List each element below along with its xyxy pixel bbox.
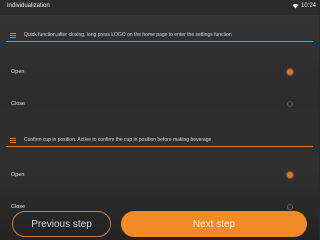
radio-selected[interactable] (287, 69, 293, 75)
section-header-quick-function: Quick function,after closing, long press… (0, 30, 319, 42)
section-description: Confirm cup in position. Active to confi… (24, 137, 212, 143)
screen: Individualization 10:24 Quick function,a… (0, 0, 319, 240)
option-close-quick-function[interactable]: Close (0, 98, 319, 112)
option-label: Close (11, 101, 26, 107)
radio-unselected[interactable] (287, 204, 293, 210)
option-open-cup-confirm[interactable]: Open (0, 169, 319, 183)
radio-unselected[interactable] (287, 101, 293, 107)
option-label: Close (11, 204, 26, 210)
next-step-button[interactable]: Next step (121, 211, 307, 237)
section-divider (6, 41, 313, 42)
section-header-cup-confirm: Confirm cup in position. Active to confi… (0, 135, 319, 147)
status-bar: Individualization 10:24 (0, 0, 319, 15)
menu-icon (10, 138, 16, 143)
option-label: Open (11, 172, 25, 178)
previous-step-button[interactable]: Previous step (12, 211, 111, 237)
menu-icon (10, 33, 16, 38)
page-title: Individualization (7, 3, 50, 9)
option-open-quick-function[interactable]: Open (0, 66, 319, 80)
section-description: Quick function,after closing, long press… (24, 32, 232, 38)
section-divider (6, 146, 313, 147)
clock: 10:24 (300, 3, 316, 9)
option-label: Open (11, 69, 25, 75)
wifi-icon (292, 3, 299, 11)
radio-selected[interactable] (287, 172, 293, 178)
